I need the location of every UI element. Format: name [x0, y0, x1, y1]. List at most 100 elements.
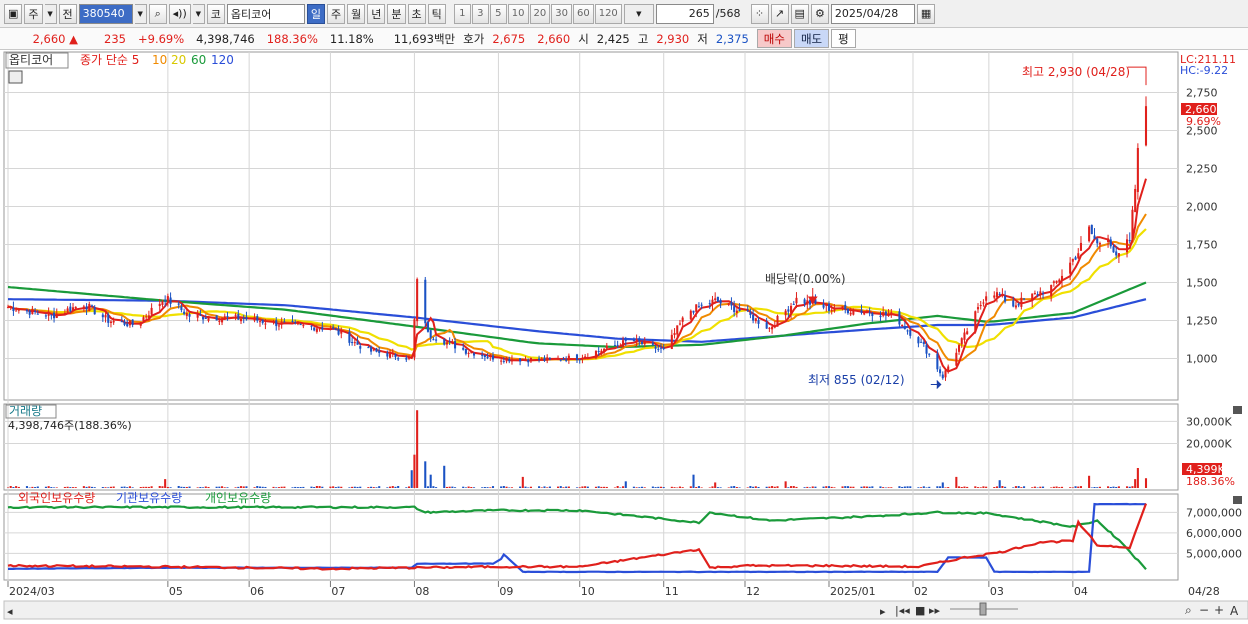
stock-code-dropdown[interactable]: ▼	[134, 3, 147, 24]
period-tab-5[interactable]: 초	[407, 3, 426, 24]
volume-bar	[846, 486, 849, 488]
first-page-icon[interactable]: |◂◂	[895, 604, 910, 617]
sell-button[interactable]: 매도	[793, 29, 830, 48]
average-button[interactable]: 평	[831, 29, 856, 48]
candle-body	[63, 312, 66, 315]
period-tab-6[interactable]: 틱	[427, 3, 446, 24]
candle-body	[1128, 240, 1131, 242]
volume-bar	[291, 487, 294, 488]
volume-bar	[939, 486, 942, 488]
zoom-in-icon[interactable]: +	[1214, 603, 1224, 617]
volume-bar	[1036, 487, 1039, 488]
scrollbar[interactable]	[3, 600, 1248, 620]
candle-body	[483, 354, 486, 357]
volume-bar	[979, 487, 982, 488]
date-input[interactable]: 2025/04/28	[830, 3, 915, 24]
chart-type-select[interactable]: 주	[24, 3, 43, 24]
period-tab-0[interactable]: 일	[306, 3, 326, 24]
last-page-icon[interactable]: ▸▸	[929, 604, 941, 617]
prev-stock-button[interactable]: 전	[58, 3, 77, 24]
grid-icon[interactable]: ⁘	[750, 3, 769, 24]
interval-button-5[interactable]: 5	[489, 3, 507, 24]
x-tick-label: 04	[1074, 585, 1088, 598]
table-icon[interactable]	[8, 70, 23, 84]
volume-bar	[849, 486, 852, 488]
candle-body	[464, 348, 467, 354]
volume-bar	[505, 486, 508, 488]
zoom-icon[interactable]: ⌕	[1185, 603, 1192, 617]
volume-bar	[426, 486, 430, 488]
volume-bar	[1058, 487, 1061, 488]
font-size-icon[interactable]: A	[1230, 604, 1239, 618]
candle-body	[578, 359, 581, 361]
candle-body	[662, 347, 665, 350]
candle-body	[370, 346, 373, 352]
draw-tool-icon[interactable]: ↗	[770, 3, 789, 24]
stock-chart[interactable]: 2024/03 05 06 07 08 09 10 11 12 2025/01 02 03 04 04/2…	[0, 50, 1248, 621]
volume-close-icon[interactable]	[1233, 406, 1242, 414]
speaker-icon[interactable]: ◂))	[168, 3, 191, 24]
scroll-left-icon[interactable]: ◂	[7, 605, 13, 618]
volume-tick-label: 20,000K	[1186, 438, 1232, 451]
stock-name-field[interactable]: 옵티코어	[226, 3, 305, 24]
count-input[interactable]: 265	[655, 3, 714, 24]
volume-bar	[584, 486, 587, 488]
volume-bar	[34, 487, 37, 488]
volume-bar	[1109, 486, 1112, 488]
zoom-slider-handle[interactable]	[979, 602, 987, 616]
period-tab-1[interactable]: 주	[327, 3, 346, 24]
stop-icon[interactable]: ■	[915, 604, 925, 617]
period-tab-2[interactable]: 월	[347, 3, 366, 24]
candle-body	[597, 350, 600, 352]
candle-body	[215, 315, 218, 321]
zoom-out-icon[interactable]: −	[1199, 603, 1209, 617]
scroll-right-icon[interactable]: ▸	[880, 605, 886, 618]
interval-button-20[interactable]: 20	[529, 3, 551, 24]
chevron-down-icon[interactable]: ▼	[44, 3, 57, 24]
buy-button[interactable]: 매수	[756, 29, 792, 48]
candle-body	[196, 314, 199, 318]
search-icon[interactable]: ⌕	[148, 3, 167, 24]
period-tab-4[interactable]: 분	[387, 3, 406, 24]
candle-body	[426, 321, 430, 332]
save-icon[interactable]: ▤	[790, 3, 809, 24]
volume-bar	[391, 486, 394, 488]
candle-body	[1144, 106, 1148, 146]
candle-body	[941, 374, 944, 379]
interval-button-120[interactable]: 120	[594, 3, 622, 24]
volume-bar	[808, 487, 812, 488]
volume-bar	[1004, 486, 1007, 488]
chart-settings-icon[interactable]: ▣	[4, 3, 23, 24]
interval-dropdown[interactable]: ▼	[623, 3, 654, 24]
candle-body	[199, 314, 202, 316]
stock-code-input[interactable]: 380540	[78, 3, 133, 24]
interval-button-60[interactable]: 60	[572, 3, 594, 24]
candle-body	[71, 307, 75, 311]
volume-bar	[1107, 486, 1110, 488]
chart-area[interactable]: 2024/03 05 06 07 08 09 10 11 12 2025/01 02 03 04 04/2…	[0, 50, 1248, 621]
interval-button-3[interactable]: 3	[471, 3, 489, 24]
holdings-close-icon[interactable]	[1233, 496, 1242, 504]
candle-body	[936, 353, 939, 370]
candle-body	[632, 339, 635, 342]
volume-bar	[1098, 486, 1101, 488]
interval-button-1[interactable]: 1	[453, 3, 471, 24]
volume-bar	[559, 486, 562, 488]
volume-bar	[708, 487, 711, 488]
period-tab-3[interactable]: 년	[367, 3, 386, 24]
candle-body	[887, 314, 890, 316]
volume-bar	[397, 485, 400, 488]
calendar-icon[interactable]: ▦	[916, 3, 936, 24]
interval-button-30[interactable]: 30	[551, 3, 572, 24]
volume-bar	[315, 485, 318, 488]
current-price: 2,660 ▲	[32, 31, 78, 46]
interval-button-10[interactable]: 10	[507, 3, 529, 24]
gear-icon[interactable]: ⚙	[810, 3, 829, 24]
candle-body	[15, 310, 18, 312]
speaker-dropdown[interactable]: ▼	[192, 3, 205, 24]
volume-bar	[790, 486, 793, 488]
candle-body	[635, 339, 638, 343]
volume-bar	[578, 487, 581, 488]
price-tick-label: 1,500	[1186, 276, 1218, 289]
open-label: 시	[578, 31, 589, 46]
